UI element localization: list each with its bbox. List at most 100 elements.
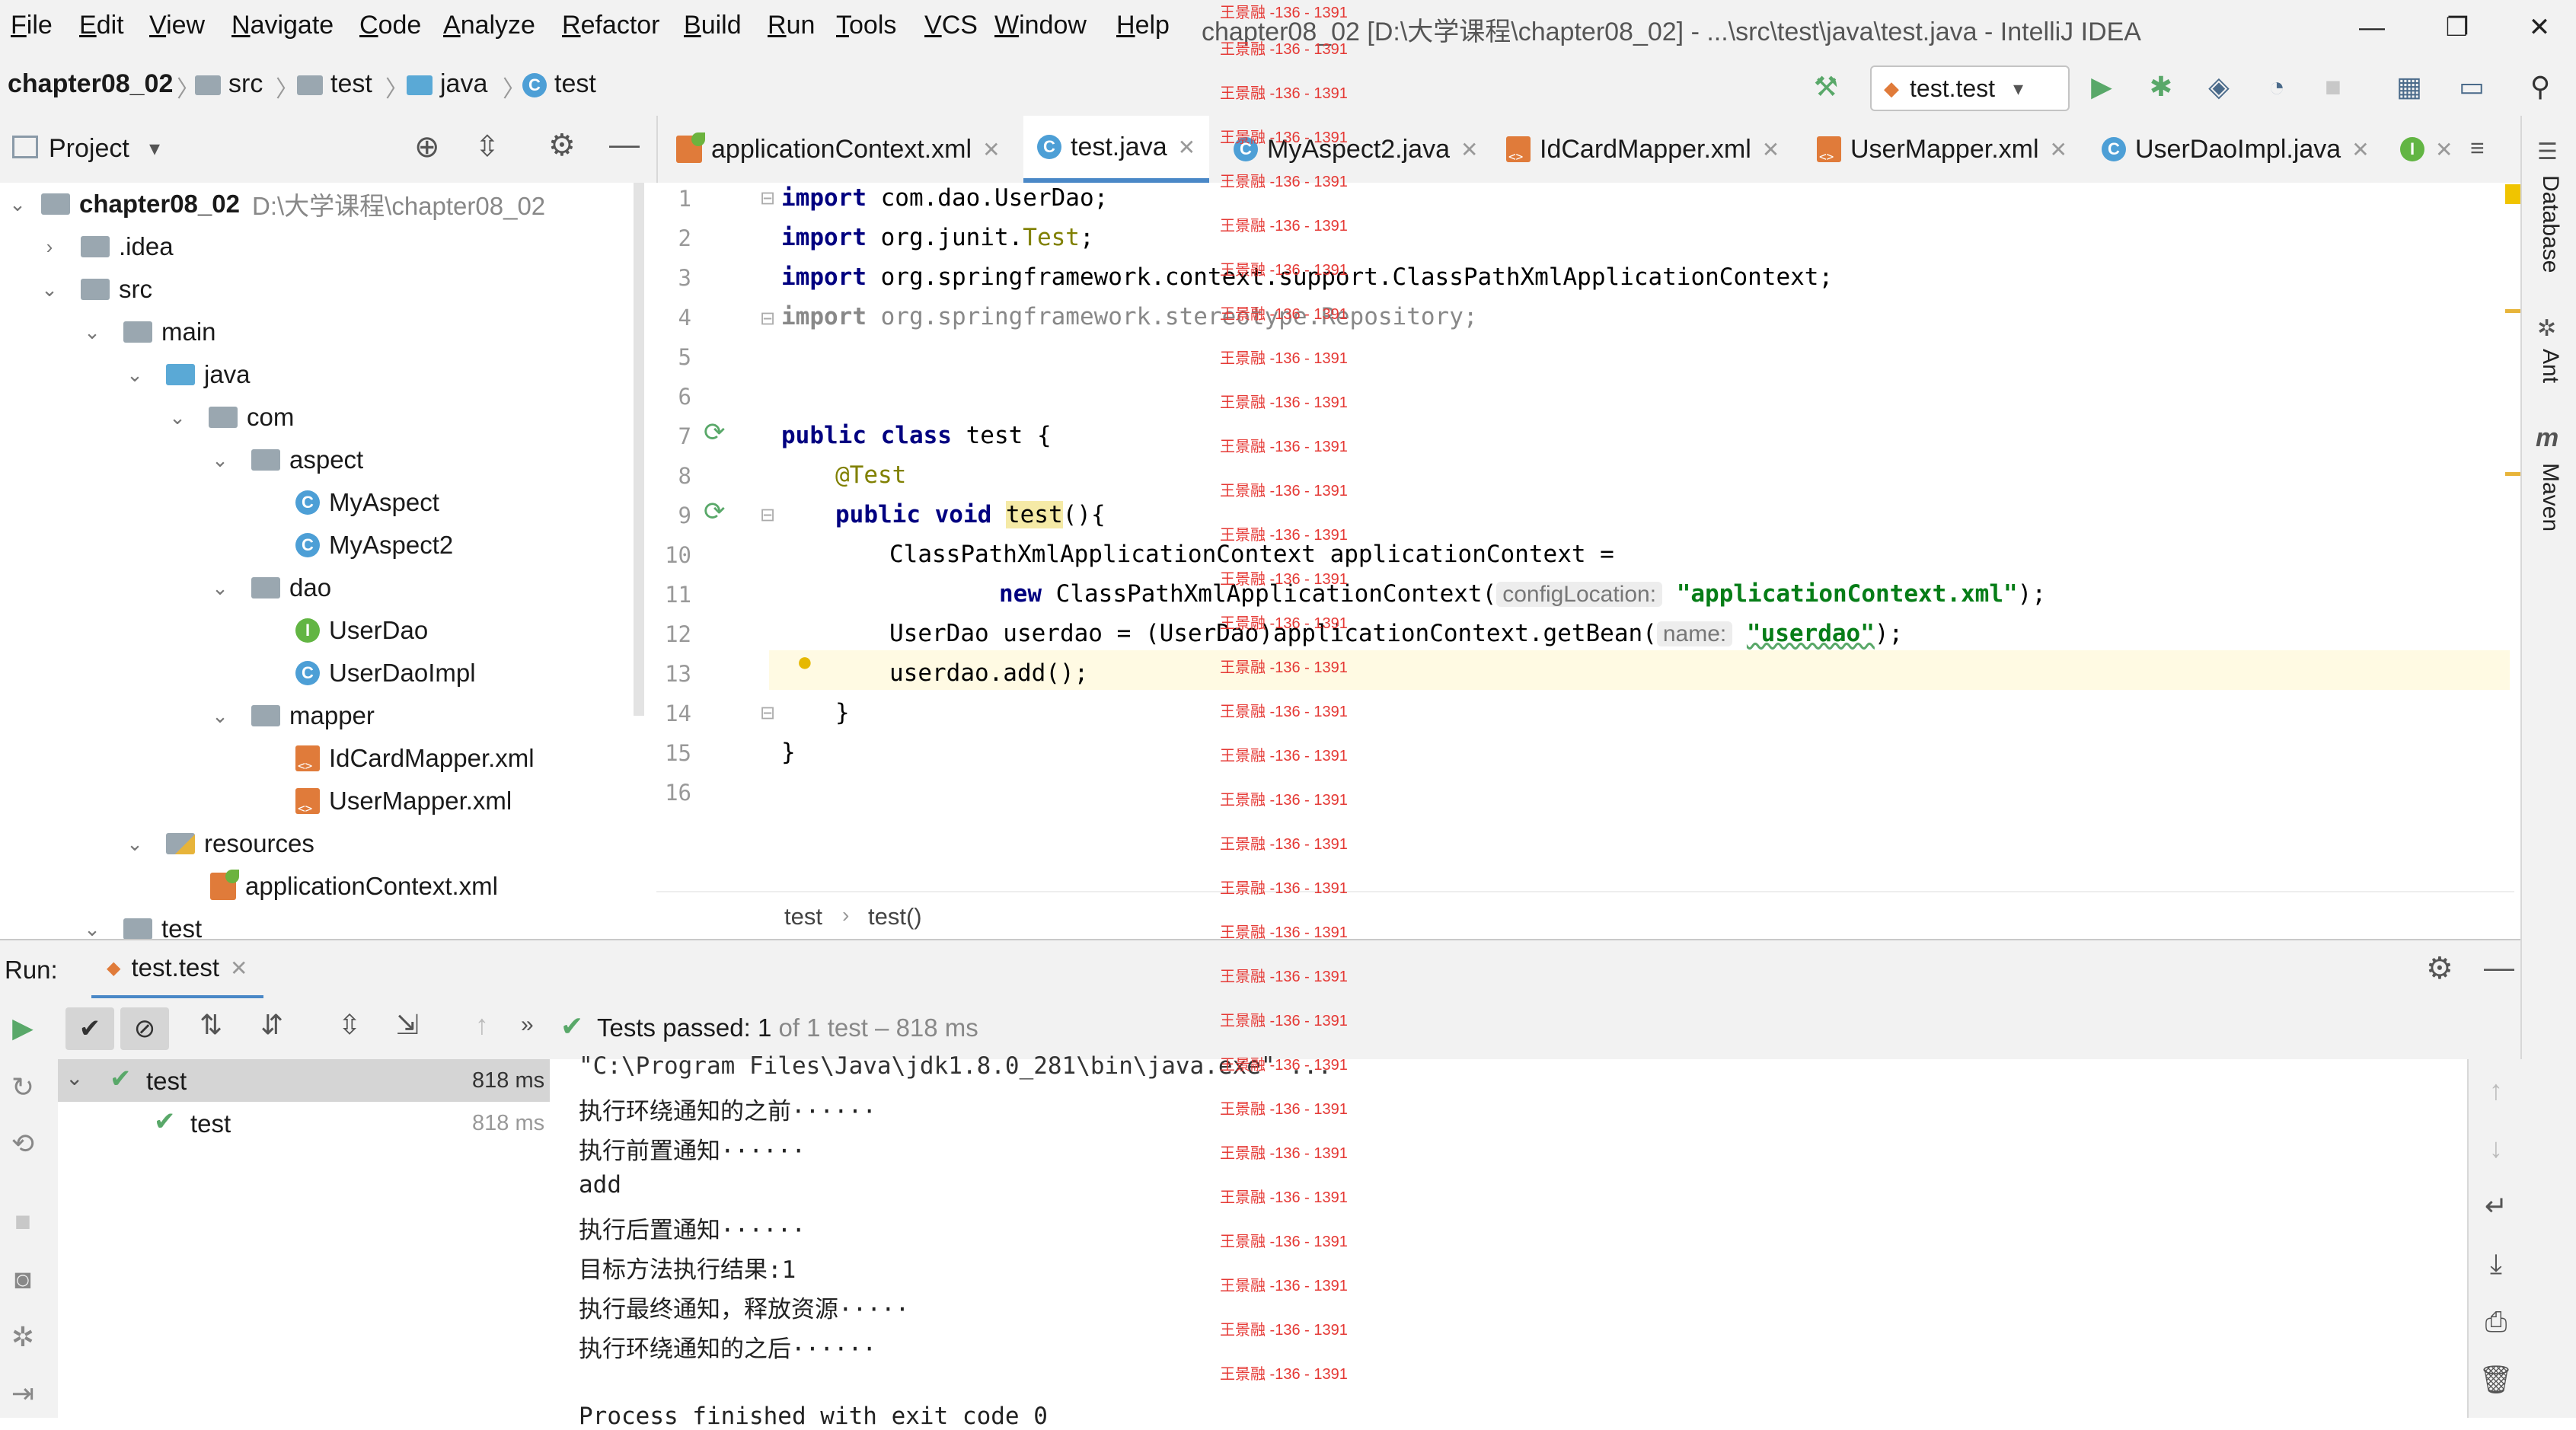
build-hammer-icon[interactable]: ⚒ <box>1808 69 1844 105</box>
gear-icon[interactable]: ⚙ <box>2426 951 2453 986</box>
search-icon[interactable]: ⚲ <box>2522 69 2558 105</box>
fold-icon[interactable]: ⊟ <box>760 187 775 209</box>
fold-icon[interactable]: ⊟ <box>760 702 775 724</box>
sort-alphabetically-icon[interactable]: ⇅ <box>200 1009 222 1041</box>
tree-item-myaspect[interactable]: C MyAspect <box>295 481 439 524</box>
tree-item-aspect[interactable]: ⌄ aspect <box>207 439 363 481</box>
maximize-button[interactable]: ❐ <box>2431 5 2484 50</box>
tree-item-myaspect2[interactable]: C MyAspect2 <box>295 524 453 567</box>
menu-run[interactable]: Run <box>768 11 815 40</box>
settings-icon[interactable]: ✲ <box>0 1321 46 1353</box>
tree-item-userdao[interactable]: I UserDao <box>295 609 428 652</box>
run-test-gutter-icon[interactable]: ⟳ <box>704 496 726 527</box>
close-tab-icon[interactable]: ✕ <box>1762 137 1780 162</box>
tab-interface-overflow[interactable]: I ✕ <box>2400 116 2453 183</box>
login-icon[interactable]: ⇥ <box>0 1377 46 1409</box>
rerun-icon[interactable]: ▶ <box>0 1012 46 1044</box>
tree-item-idcardmapper[interactable]: IdCardMapper.xml <box>295 737 535 780</box>
chevron-down-icon[interactable]: ⌄ <box>65 1065 83 1090</box>
stop-icon[interactable]: ■ <box>2315 69 2351 105</box>
menu-vcs[interactable]: VCS <box>924 11 978 40</box>
breadcrumb-project[interactable]: chapter08_02 <box>8 69 173 99</box>
show-passed-icon[interactable]: ✔ <box>65 1007 114 1050</box>
close-tab-icon[interactable]: ✕ <box>230 956 247 981</box>
close-tab-icon[interactable]: ✕ <box>2435 137 2453 162</box>
trash-icon[interactable]: 🗑 <box>2473 1364 2519 1396</box>
lightbulb-icon[interactable]: ● <box>796 646 813 678</box>
locate-icon[interactable]: ⊕ <box>414 129 440 164</box>
hide-panel-icon[interactable]: — <box>2484 951 2514 985</box>
test-suite-label[interactable]: test <box>146 1067 187 1096</box>
tree-item-userdaoimpl[interactable]: C UserDaoImpl <box>295 652 476 694</box>
up-arrow-icon[interactable]: ↑ <box>2473 1074 2519 1106</box>
toggle-auto-test-icon[interactable]: ⟲ <box>0 1128 46 1160</box>
collapse-all-icon[interactable]: ⇳ <box>475 129 500 164</box>
chevron-down-icon[interactable]: ⌄ <box>207 704 233 728</box>
previous-failed-icon[interactable]: ↑ <box>475 1009 489 1041</box>
chevron-down-icon[interactable]: ⌄ <box>79 918 105 940</box>
chevron-down-icon[interactable]: ⌄ <box>5 193 30 216</box>
menu-window[interactable]: Window <box>994 11 1087 40</box>
tab-applicationcontext-xml[interactable]: applicationContext.xml ✕ <box>676 116 1001 183</box>
close-button[interactable]: ✕ <box>2513 5 2566 50</box>
tab-userdaoimpl-java[interactable]: C UserDaoImpl.java ✕ <box>2102 116 2370 183</box>
run-tab[interactable]: ◆ test.test ✕ <box>91 940 263 1000</box>
run-configuration-select[interactable]: ◆ test.test ▾ <box>1870 65 2070 111</box>
fold-icon[interactable]: ⊟ <box>760 308 775 330</box>
chevron-down-icon[interactable]: ⌄ <box>122 832 148 856</box>
show-ignored-icon[interactable]: ⊘ <box>120 1007 169 1050</box>
tool-ant[interactable]: Ant <box>2537 349 2563 383</box>
collapse-all-icon[interactable]: ⇲ <box>396 1009 419 1041</box>
menu-analyze[interactable]: Analyze <box>443 11 535 40</box>
hide-panel-icon[interactable]: — <box>609 128 640 162</box>
run-icon[interactable]: ▶ <box>2083 69 2120 105</box>
menu-view[interactable]: View <box>149 11 205 40</box>
close-tab-icon[interactable]: ✕ <box>1460 137 1478 162</box>
tree-item-mapper[interactable]: ⌄ mapper <box>207 694 375 737</box>
camera-icon[interactable]: ◙ <box>0 1263 46 1295</box>
soft-wrap-icon[interactable]: ↵ <box>2473 1190 2519 1222</box>
breadcrumb-test[interactable]: test <box>297 69 372 99</box>
chevron-down-icon[interactable]: ⌄ <box>164 406 190 429</box>
fold-icon[interactable]: ⊟ <box>760 504 775 526</box>
close-tab-icon[interactable]: ✕ <box>2351 137 2369 162</box>
warning-marker[interactable] <box>2505 472 2522 476</box>
close-tab-icon[interactable]: ✕ <box>982 137 1000 162</box>
expand-all-icon[interactable]: ⇳ <box>338 1009 361 1041</box>
tree-item-resources[interactable]: ⌄ resources <box>122 822 314 865</box>
minimize-button[interactable]: — <box>2345 5 2399 50</box>
menu-code[interactable]: Code <box>359 11 421 40</box>
profiler-icon[interactable]: ◔ <box>2258 69 2295 105</box>
tree-item-usermapper[interactable]: UserMapper.xml <box>295 780 512 822</box>
tree-item-applicationcontext[interactable]: applicationContext.xml <box>210 865 498 908</box>
tab-usermapper-xml[interactable]: UserMapper.xml ✕ <box>1817 116 2067 183</box>
project-panel-title[interactable]: Project <box>49 134 129 164</box>
more-actions-icon[interactable]: » <box>521 1012 534 1038</box>
breadcrumb-class[interactable]: test <box>784 903 822 930</box>
tree-item-project-root[interactable]: ⌄ chapter08_02 D:\大学课程\chapter08_02 <box>5 183 545 225</box>
chevron-down-icon[interactable]: ⌄ <box>79 321 105 344</box>
tree-item-main[interactable]: ⌄ main <box>79 311 215 353</box>
stop-icon[interactable]: ■ <box>0 1205 46 1237</box>
tool-maven[interactable]: Maven <box>2537 463 2563 531</box>
tree-item-dao[interactable]: ⌄ dao <box>207 567 331 609</box>
breadcrumb-src[interactable]: src <box>195 69 263 99</box>
tree-item-test[interactable]: ⌄ test <box>79 908 202 939</box>
tree-item-idea[interactable]: › .idea <box>37 225 174 268</box>
presentation-icon[interactable]: ▭ <box>2453 69 2490 105</box>
menu-build[interactable]: Build <box>684 11 742 40</box>
chevron-down-icon[interactable]: ⌄ <box>207 576 233 600</box>
breadcrumb-method[interactable]: test() <box>868 903 922 930</box>
debug-icon[interactable]: ✱ <box>2143 69 2179 105</box>
tool-database[interactable]: Database <box>2537 175 2563 273</box>
chevron-down-icon[interactable]: ⌄ <box>122 363 148 387</box>
chevron-down-icon[interactable]: ⌄ <box>207 448 233 472</box>
menu-refactor[interactable]: Refactor <box>562 11 660 40</box>
chevron-right-icon[interactable]: › <box>37 235 62 259</box>
rerun-failed-icon[interactable]: ↻ <box>0 1071 46 1103</box>
scroll-to-end-icon[interactable]: ⤓ <box>2473 1248 2519 1281</box>
menu-tools[interactable]: Tools <box>836 11 896 40</box>
project-scrollbar[interactable] <box>634 183 644 716</box>
breadcrumb-class[interactable]: Ctest <box>522 69 596 99</box>
test-case-label[interactable]: test <box>190 1109 231 1138</box>
